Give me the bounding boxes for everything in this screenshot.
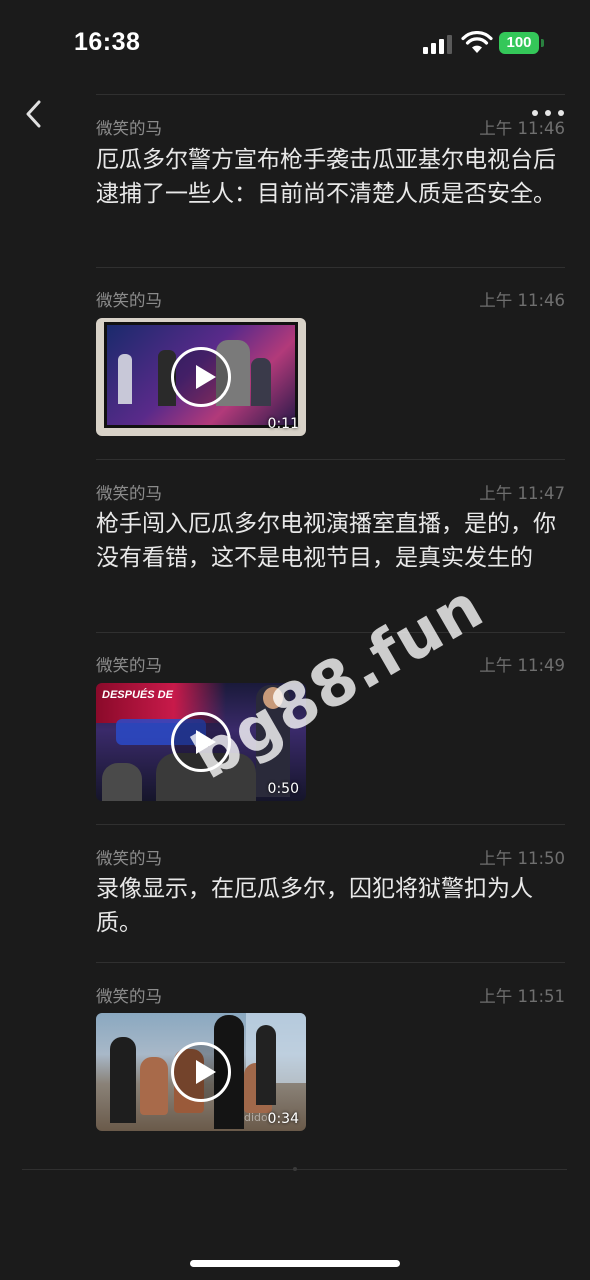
video-message[interactable]: DESPUÉS DE 0:50 (96, 683, 306, 801)
message-header: 微笑的马 上午 11:47 (96, 480, 565, 504)
divider (96, 824, 565, 825)
play-icon[interactable] (171, 347, 231, 407)
status-time: 16:38 (74, 28, 141, 56)
message-header: 微笑的马 上午 11:50 (96, 845, 565, 869)
battery-indicator: 100 (499, 32, 539, 54)
video-duration: 0:34 (267, 1111, 299, 1127)
sender-name[interactable]: 微笑的马 (96, 115, 162, 139)
message-header: 微笑的马 上午 11:46 (96, 115, 565, 139)
divider (96, 962, 565, 963)
back-button[interactable] (20, 96, 48, 132)
divider (96, 459, 565, 460)
divider (96, 632, 565, 633)
sender-name[interactable]: 微笑的马 (96, 845, 162, 869)
status-bar: 16:38 100 (0, 0, 590, 90)
message-header: 微笑的马 上午 11:51 (96, 983, 565, 1007)
sender-name[interactable]: 微笑的马 (96, 287, 162, 311)
message-time: 上午 11:46 (479, 291, 565, 310)
divider (96, 94, 565, 95)
message-text[interactable]: 枪手闯入厄瓜多尔电视演播室直播，是的，你没有看错，这不是电视节目，是真实发生的 (96, 507, 566, 575)
thumbnail-banner-text: DESPUÉS DE (102, 689, 173, 701)
wifi-icon (461, 31, 493, 53)
play-icon[interactable] (171, 1042, 231, 1102)
message-text[interactable]: 厄瓜多尔警方宣布枪手袭击瓜亚基尔电视台后逮捕了一些人：目前尚不清楚人质是否安全。 (96, 143, 566, 211)
message-header: 微笑的马 上午 11:49 (96, 652, 565, 676)
play-icon[interactable] (171, 712, 231, 772)
cellular-signal-icon (423, 34, 453, 54)
video-message[interactable]: dido 0:34 (96, 1013, 306, 1131)
message-time: 上午 11:47 (479, 484, 565, 503)
message-time: 上午 11:50 (479, 849, 565, 868)
message-time: 上午 11:51 (479, 987, 565, 1006)
sender-name[interactable]: 微笑的马 (96, 480, 162, 504)
message-time: 上午 11:46 (479, 119, 565, 138)
sender-name[interactable]: 微笑的马 (96, 983, 162, 1007)
page-dot (293, 1167, 297, 1171)
home-indicator[interactable] (190, 1260, 400, 1267)
video-message[interactable]: 0:11 (96, 318, 306, 436)
thumbnail-watermark-text: dido (244, 1111, 268, 1124)
divider (96, 267, 565, 268)
message-text[interactable]: 录像显示，在厄瓜多尔，囚犯将狱警扣为人质。 (96, 872, 566, 940)
chat-page: 16:38 100 微笑的马 上午 11:46 厄瓜多尔警方宣布枪手袭击瓜亚基尔… (0, 0, 590, 1280)
message-header: 微笑的马 上午 11:46 (96, 287, 565, 311)
sender-name[interactable]: 微笑的马 (96, 652, 162, 676)
battery-tip (541, 39, 544, 47)
video-duration: 0:11 (267, 416, 299, 432)
message-time: 上午 11:49 (479, 656, 565, 675)
video-duration: 0:50 (267, 781, 299, 797)
